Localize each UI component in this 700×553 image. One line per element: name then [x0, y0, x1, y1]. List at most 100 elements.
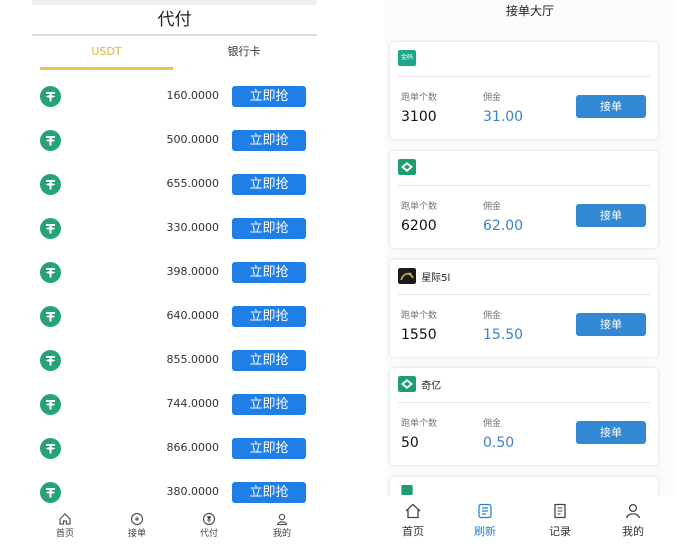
grab-now-button[interactable]: 立即抢	[232, 86, 306, 107]
merchant-name: 奇亿	[421, 380, 442, 392]
commission-value: 62.00	[483, 218, 524, 234]
grab-now-button[interactable]: 立即抢	[232, 482, 306, 503]
home-icon	[405, 503, 421, 519]
card-header: 奇亿	[398, 376, 441, 398]
take-order-button[interactable]: 接单	[576, 421, 646, 444]
tether-icon	[40, 438, 61, 459]
nav-label: 记录	[549, 525, 571, 538]
order-row: 640.0000 立即抢	[40, 306, 315, 336]
amount-value: 500.0000	[166, 133, 220, 146]
tether-icon	[40, 350, 61, 371]
nav-label: 刷新	[474, 525, 496, 538]
take-order-button[interactable]: 接单	[576, 313, 646, 336]
merchant-name: 星际5l	[421, 272, 451, 284]
order-card: 跑单个数 佣金 6200 62.00 接单	[390, 151, 658, 248]
run-count-value: 1550	[401, 327, 437, 343]
grab-now-button[interactable]: 立即抢	[232, 262, 306, 283]
nav-label: 我的	[272, 529, 291, 539]
page-title: 接单大厅	[505, 4, 554, 18]
payout-icon	[202, 512, 216, 526]
amount-value: 655.0000	[166, 177, 220, 190]
tether-icon	[40, 262, 61, 283]
order-hall-screen: 接单大厅 金码 跑单个数 佣金 3100 31.00 接单 跑单个数 佣金 62…	[385, 0, 675, 553]
nav-home[interactable]: 首页	[40, 512, 90, 539]
order-row: 500.0000 立即抢	[40, 130, 315, 160]
nav-payout[interactable]: 代付	[184, 512, 234, 539]
grab-now-button[interactable]: 立即抢	[232, 438, 306, 459]
user-icon	[276, 513, 288, 526]
amount-value: 744.0000	[166, 397, 220, 410]
payout-screen: 代付 USDT 银行卡 160.0000 立即抢 500.0000 立即抢 655.00…	[0, 0, 345, 553]
card-header	[398, 159, 421, 181]
tab-bank-card[interactable]: 银行卡	[173, 38, 315, 70]
refresh-icon	[478, 503, 492, 519]
run-count-label: 跑单个数	[401, 202, 438, 212]
merchant-logo-icon: 金码	[398, 50, 416, 66]
nav-label: 我的	[622, 525, 644, 538]
tether-icon	[40, 218, 61, 239]
grab-now-button[interactable]: 立即抢	[232, 218, 306, 239]
run-count-value: 6200	[401, 218, 437, 234]
grab-now-button[interactable]: 立即抢	[232, 130, 306, 151]
tab-usdt[interactable]: USDT	[40, 38, 173, 70]
order-row: 744.0000 立即抢	[40, 394, 315, 424]
nav-label: 接单	[127, 529, 146, 539]
run-count-label: 跑单个数	[401, 311, 438, 321]
order-card: 星际5l 跑单个数 佣金 1550 15.50 接单	[390, 260, 658, 357]
amount-value: 380.0000	[166, 485, 220, 498]
run-count-value: 50	[401, 435, 419, 451]
take-order-icon	[130, 512, 144, 526]
take-order-button[interactable]: 接单	[576, 204, 646, 227]
amount-value: 330.0000	[166, 221, 220, 234]
tether-icon	[40, 86, 61, 107]
tether-icon	[40, 306, 61, 327]
merchant-logo-icon	[401, 485, 413, 495]
bottom-nav: 首页 接单 代付 我的	[32, 512, 317, 553]
amount-value: 866.0000	[166, 441, 220, 454]
home-icon	[59, 513, 71, 525]
nav-home[interactable]: 首页	[393, 502, 433, 539]
divider	[398, 76, 650, 77]
tether-icon	[40, 130, 61, 151]
nav-mine[interactable]: 我的	[257, 512, 307, 539]
tether-icon	[40, 174, 61, 195]
run-count-value: 3100	[401, 109, 437, 125]
merchant-logo-icon	[398, 159, 416, 175]
nav-take-order[interactable]: 接单	[112, 512, 162, 539]
nav-mine[interactable]: 我的	[613, 502, 653, 539]
user-icon	[625, 503, 641, 519]
nav-label: 首页	[402, 525, 424, 538]
amount-value: 855.0000	[166, 353, 220, 366]
order-row: 655.0000 立即抢	[40, 174, 315, 204]
tether-icon	[40, 394, 61, 415]
order-row: 866.0000 立即抢	[40, 438, 315, 468]
grab-now-button[interactable]: 立即抢	[232, 394, 306, 415]
card-header: 星际5l	[398, 268, 450, 290]
page-title: 代付	[32, 6, 317, 36]
commission-value: 0.50	[483, 435, 515, 451]
order-card: 奇亿 跑单个数 佣金 50 0.50 接单	[390, 368, 658, 465]
commission-value: 15.50	[483, 327, 524, 343]
amount-value: 640.0000	[166, 309, 220, 322]
take-order-button[interactable]: 接单	[576, 95, 646, 118]
card-header: 金码	[398, 50, 421, 72]
commission-label: 佣金	[483, 202, 502, 212]
order-row: 855.0000 立即抢	[40, 350, 315, 380]
grab-now-button[interactable]: 立即抢	[232, 174, 306, 195]
amount-value: 160.0000	[166, 89, 220, 102]
grab-now-button[interactable]: 立即抢	[232, 350, 306, 371]
run-count-label: 跑单个数	[401, 93, 438, 103]
run-count-label: 跑单个数	[401, 419, 438, 429]
order-row: 330.0000 立即抢	[40, 218, 315, 248]
nav-label: 代付	[199, 529, 218, 539]
order-card: 金码 跑单个数 佣金 3100 31.00 接单	[390, 42, 658, 139]
divider	[398, 402, 650, 403]
record-icon	[554, 503, 566, 519]
amount-value: 398.0000	[166, 265, 220, 278]
nav-record[interactable]: 记录	[540, 502, 580, 539]
nav-refresh[interactable]: 刷新	[465, 502, 505, 539]
merchant-logo-icon	[398, 376, 416, 392]
grab-now-button[interactable]: 立即抢	[232, 306, 306, 327]
tether-icon	[40, 482, 61, 503]
tab-bar: USDT 银行卡	[40, 38, 315, 72]
